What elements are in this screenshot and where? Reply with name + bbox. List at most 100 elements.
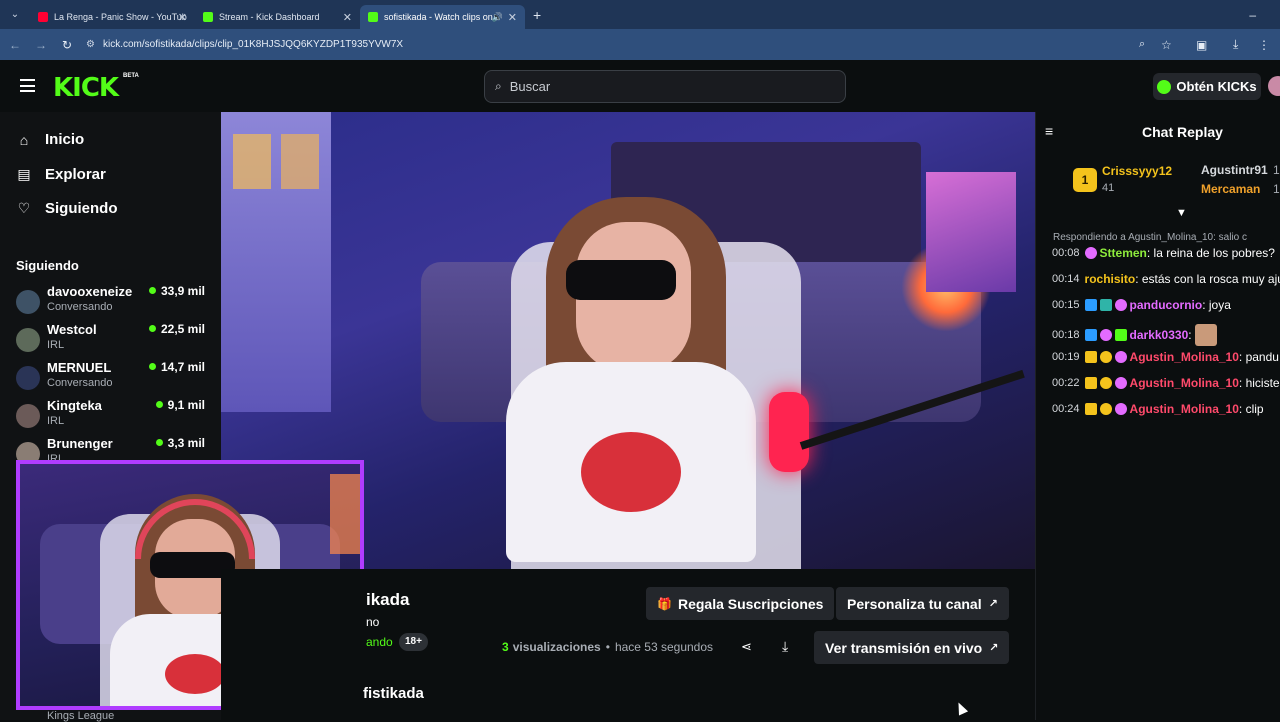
viewer-count: 14,7 mil (149, 360, 205, 374)
chat-message: 00:15 panducornio: joya (1052, 298, 1231, 312)
flower-print-image (581, 432, 681, 512)
chat-username[interactable]: Agustin_Molina_10 (1130, 376, 1239, 390)
nav-inicio[interactable]: ⌂ Inicio (16, 131, 84, 148)
category-partial[interactable]: ando (366, 635, 393, 649)
channel-name: davooxeneize (47, 284, 133, 299)
channel-name-partial[interactable]: ikada (366, 590, 409, 610)
view-count: 3 visualizaciones • hace 53 segundos (502, 640, 713, 654)
tab-sofistikada-clip[interactable]: sofistikada - Watch clips on 🔊 ✕ (360, 5, 525, 29)
emote-image (1194, 324, 1217, 346)
message-text: hiciste (1245, 376, 1280, 390)
chat-username[interactable]: darkk0330 (1130, 328, 1189, 342)
chat-username[interactable]: panducornio (1130, 298, 1203, 312)
reply-context: Respondiendo a Agustin_Molina_10: salio … (1053, 232, 1248, 243)
kick-logo[interactable]: KICK (53, 73, 119, 103)
reload-icon[interactable]: ↻ (58, 38, 76, 52)
channel-item-westcol[interactable]: Westcol IRL 22,5 mil (16, 322, 211, 358)
moderator-badge-icon (1084, 329, 1097, 341)
second-gifter-suffix: 1 (1273, 163, 1280, 177)
forward-icon[interactable]: → (32, 38, 50, 52)
channel-name: MERNUEL (47, 360, 112, 375)
compass-icon: ▤ (17, 166, 31, 182)
close-icon[interactable]: ✕ (178, 11, 187, 24)
search-input[interactable]: ⌕ Buscar (484, 70, 846, 103)
minimize-icon[interactable]: – (1249, 8, 1256, 22)
message-text: estás con la rosca muy aju (1141, 272, 1280, 286)
gift-badge-icon (1114, 329, 1127, 341)
watch-live-button[interactable]: Ver transmisión en vivo ↗ (814, 631, 1010, 664)
tab-title: La Renga - Panic Show - YouTub (54, 12, 187, 22)
chat-title: Chat Replay (1142, 124, 1223, 140)
chat-message: 00:24 Agustin_Molina_10: clip (1052, 402, 1264, 416)
kick-icon (203, 12, 213, 22)
channel-item-davooxeneize[interactable]: davooxeneize Conversando 33,9 mil (16, 284, 211, 320)
site-info-icon[interactable]: ⚙ (86, 39, 95, 50)
customize-channel-button[interactable]: Personaliza tu canal ↗ (836, 587, 1009, 620)
window-glow-image (281, 134, 319, 189)
channel-item-mernuel[interactable]: MERNUEL Conversando 14,7 mil (16, 360, 211, 396)
zoom-icon[interactable]: ⌕ (1139, 38, 1145, 51)
external-link-icon: ↗ (988, 598, 998, 610)
download-icon[interactable]: ⤓ (1233, 37, 1238, 52)
third-gifter-name[interactable]: Mercaman (1201, 182, 1260, 196)
back-icon[interactable]: ← (6, 38, 24, 52)
close-icon[interactable]: ✕ (343, 11, 352, 24)
verified-badge-icon (1099, 299, 1112, 311)
viewer-count: 9,1 mil (156, 398, 205, 412)
collapse-chat-icon[interactable]: ≡ (1045, 123, 1053, 139)
hamburger-menu-icon[interactable] (20, 79, 35, 92)
message-time: 00:08 (1052, 247, 1080, 259)
message-text: la reina de los pobres? (1153, 246, 1275, 260)
chat-username[interactable]: Sttemen (1100, 246, 1147, 260)
flower-print-image (165, 654, 225, 694)
top-gifter-name[interactable]: Crisssyyy12 (1102, 164, 1172, 178)
speaker-icon[interactable]: 🔊 (492, 12, 503, 23)
chat-username[interactable]: rochisito (1085, 272, 1136, 286)
poster-image (926, 172, 1016, 292)
channel-item-kingteka[interactable]: Kingteka IRL 9,1 mil (16, 398, 211, 434)
channel-name: Brunenger (47, 436, 113, 451)
colon: : (1238, 376, 1246, 390)
new-tab-icon[interactable]: + (533, 7, 541, 23)
extensions-icon[interactable]: ▣ (1196, 38, 1207, 52)
sunglasses-image (566, 260, 676, 300)
get-kicks-button[interactable]: Obtén KICKs (1153, 73, 1261, 100)
close-icon[interactable]: ✕ (508, 11, 517, 24)
tab-title: Stream - Kick Dashboard (219, 12, 320, 22)
customize-label: Personaliza tu canal (847, 595, 982, 612)
download-clip-icon[interactable]: ⤓ (782, 638, 788, 655)
watch-live-label: Ver transmisión en vivo (825, 639, 983, 656)
expand-gifters-icon[interactable]: ▼ (1176, 207, 1187, 219)
chat-username[interactable]: Agustin_Molina_10 (1130, 402, 1239, 416)
menu-icon[interactable]: ⋮ (1258, 38, 1270, 52)
tab-youtube[interactable]: La Renga - Panic Show - YouTub ✕ (30, 5, 195, 29)
tab-search-icon[interactable]: ⌄ (4, 9, 26, 20)
gift-subscriptions-button[interactable]: 🎁 Regala Suscripciones (646, 587, 835, 620)
avatar (16, 290, 40, 314)
youtube-icon (38, 12, 48, 22)
kick-badge-icon (1099, 329, 1112, 341)
channel-name-bottom-partial[interactable]: fistikada (363, 685, 424, 702)
separator: • (605, 640, 610, 654)
gift-icon: 🎁 (657, 596, 672, 611)
second-gifter-name[interactable]: Agustintr91 (1201, 163, 1268, 177)
avatar (16, 328, 40, 352)
address-bar: ← → ↻ ⚙ kick.com/sofistikada/clips/clip_… (0, 29, 1280, 60)
kick-badge-icon (1114, 351, 1127, 363)
gifter-badge-icon (1099, 377, 1112, 389)
nav-siguiendo[interactable]: ♡ Siguiendo (16, 200, 118, 217)
channel-name: Westcol (47, 322, 97, 337)
url-field[interactable]: kick.com/sofistikada/clips/clip_01K8HJSJ… (103, 39, 403, 50)
window-glow-image (233, 134, 271, 189)
chat-username[interactable]: Agustin_Molina_10 (1130, 350, 1239, 364)
tab-kick-dashboard[interactable]: Stream - Kick Dashboard ✕ (195, 5, 360, 29)
message-time: 00:14 (1052, 273, 1080, 285)
message-time: 00:15 (1052, 299, 1080, 311)
chat-message: 00:22 Agustin_Molina_10: hiciste (1052, 376, 1280, 390)
colon: : (1146, 246, 1154, 260)
bookmark-star-icon[interactable]: ☆ (1161, 38, 1172, 52)
avatar (16, 366, 40, 390)
nav-explorar[interactable]: ▤ Explorar (16, 166, 105, 183)
share-icon[interactable]: ⋖ (741, 639, 752, 655)
colon: : (1238, 350, 1246, 364)
